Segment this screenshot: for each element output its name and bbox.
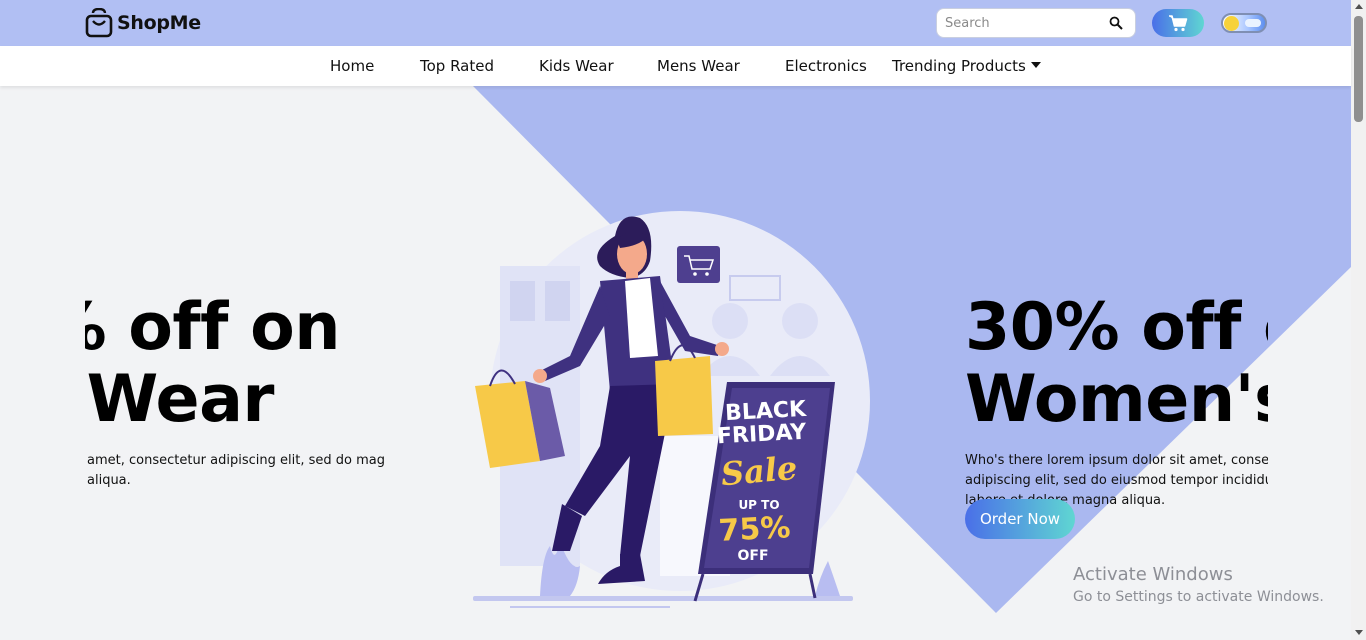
current-slide: 30% off on Women's Who's there lorem ips…: [965, 292, 1268, 592]
prev-slide: % off on Wear amet, consectetur adipisci…: [85, 292, 385, 552]
brand-name: ShopMe: [117, 12, 201, 34]
shopping-woman-illustration: BLACK FRIDAY Sale UP TO 75% OFF: [473, 211, 870, 608]
nav-mens-wear[interactable]: Mens Wear: [657, 57, 740, 75]
prev-slide-headline-line2: Wear: [86, 362, 275, 437]
vertical-scrollbar[interactable]: [1351, 0, 1366, 640]
theme-toggle[interactable]: [1221, 13, 1267, 33]
sign-percent: 75%: [718, 510, 792, 549]
scroll-up-arrow-icon[interactable]: [1355, 4, 1363, 9]
search-input[interactable]: [937, 9, 1097, 37]
nav-trending-products[interactable]: Trending Products: [892, 57, 1041, 75]
top-header: ShopMe: [0, 0, 1351, 46]
scroll-thumb[interactable]: [1354, 16, 1363, 122]
nav-top-rated[interactable]: Top Rated: [420, 57, 494, 75]
order-now-button[interactable]: Order Now: [965, 499, 1075, 539]
main-nav: Home Top Rated Kids Wear Mens Wear Elect…: [0, 46, 1351, 86]
nav-home[interactable]: Home: [330, 57, 374, 75]
slide-headline-line2: Women's: [965, 362, 1268, 437]
search-box: [936, 8, 1136, 38]
cart-box-icon: [677, 246, 720, 283]
hero-carousel: % off on Wear amet, consectetur adipisci…: [0, 86, 1351, 640]
windows-activation-watermark: Activate Windows Go to Settings to activ…: [1073, 564, 1324, 606]
sun-icon: [1224, 16, 1239, 31]
slide-headline-line1: 30% off on: [965, 292, 1268, 365]
nav-trending-label: Trending Products: [892, 57, 1026, 75]
shopping-bag-icon: [85, 8, 113, 38]
sign-friday: FRIDAY: [716, 420, 808, 450]
watermark-title: Activate Windows: [1073, 564, 1233, 585]
watermark-subtitle: Go to Settings to activate Windows.: [1073, 589, 1324, 605]
sign-off: OFF: [737, 548, 768, 564]
prev-slide-headline-line1: % off on: [85, 292, 340, 365]
caret-down-icon: [1030, 62, 1041, 68]
cart-button[interactable]: [1152, 9, 1204, 37]
cloud-icon: [1245, 19, 1261, 27]
scroll-down-arrow-icon[interactable]: [1355, 630, 1363, 635]
brand-logo[interactable]: ShopMe: [85, 8, 201, 38]
search-icon[interactable]: [1109, 16, 1123, 30]
nav-kids-wear[interactable]: Kids Wear: [539, 57, 614, 75]
sign-up-to: UP TO: [738, 498, 779, 512]
cart-icon: [1169, 15, 1188, 32]
prev-slide-text: amet, consectetur adipiscing elit, sed d…: [87, 453, 385, 488]
nav-electronics[interactable]: Electronics: [785, 57, 867, 75]
sign-sale: Sale: [719, 449, 798, 494]
